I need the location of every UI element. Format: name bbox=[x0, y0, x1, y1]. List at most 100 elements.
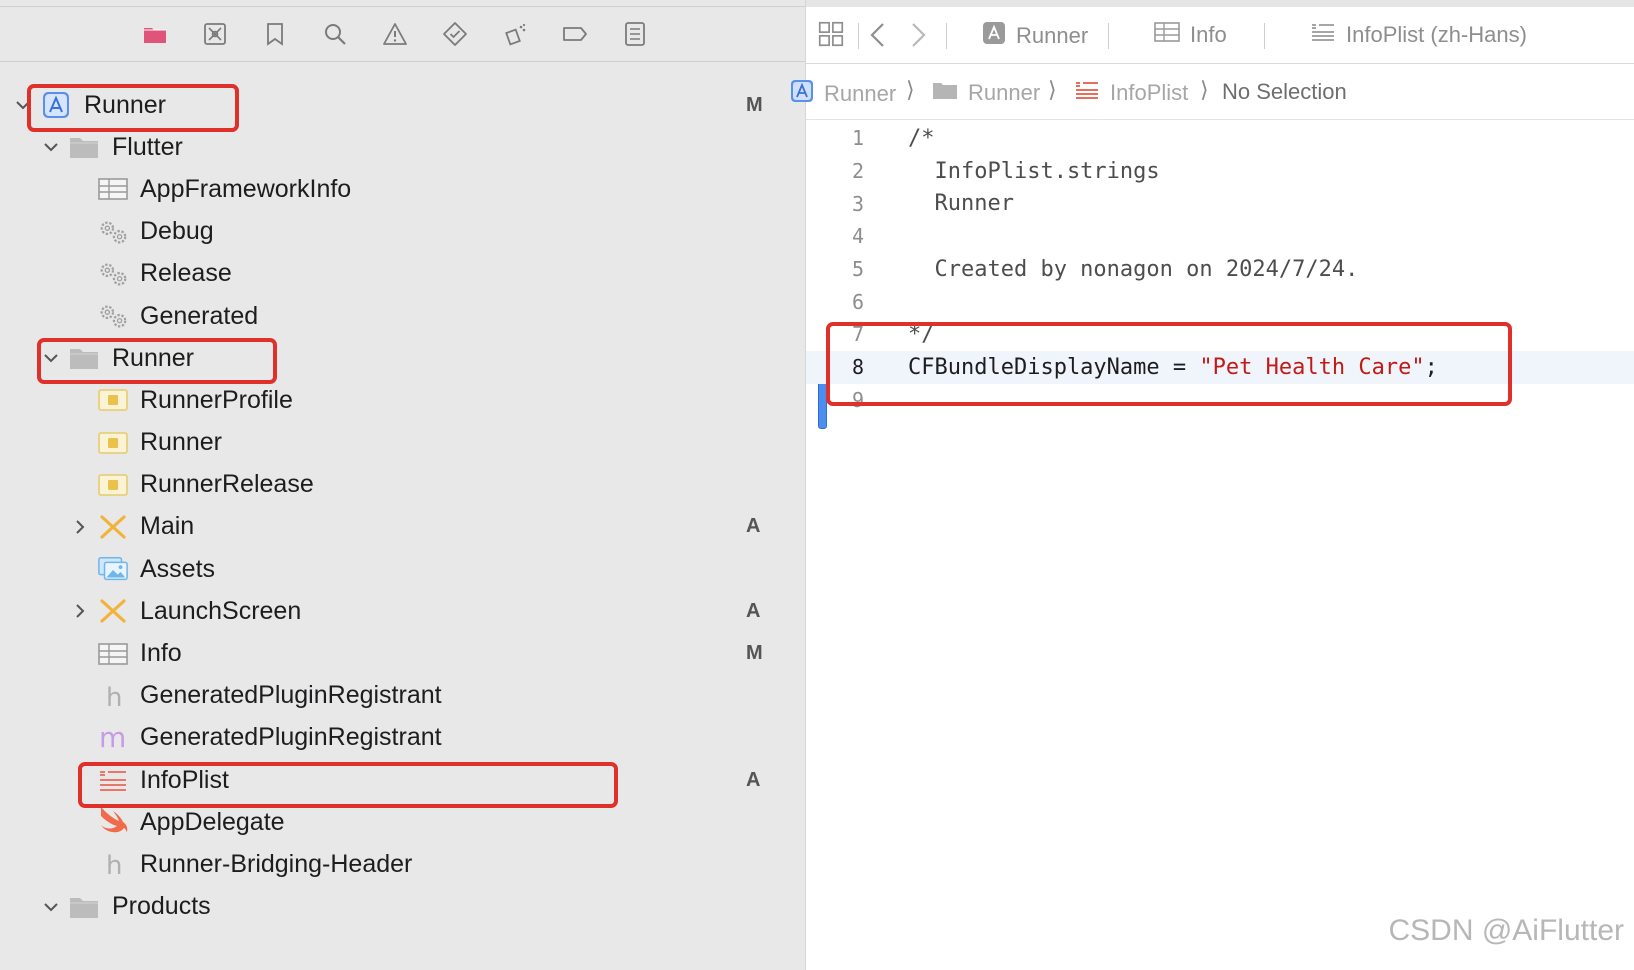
source-control-icon[interactable] bbox=[200, 20, 229, 49]
tree-row-label: Main bbox=[140, 512, 195, 541]
code-line[interactable]: 6 bbox=[806, 285, 1634, 318]
jumpbar-runner-folder[interactable]: Runner bbox=[932, 79, 1040, 107]
jumpbar-label: Runner bbox=[968, 80, 1041, 105]
tab-infoplist-zh-hans[interactable]: InfoPlist (zh-Hans) bbox=[1310, 21, 1527, 49]
code-key: CFBundleDisplayName = bbox=[908, 354, 1200, 380]
code-line[interactable]: 4 bbox=[806, 220, 1634, 253]
editor-top-strip bbox=[806, 0, 1634, 7]
report-icon[interactable] bbox=[620, 20, 649, 49]
forward-chevron-icon[interactable] bbox=[908, 21, 928, 55]
grid-icon[interactable] bbox=[816, 19, 848, 51]
test-diamond-icon[interactable] bbox=[440, 20, 469, 49]
tree-row-infoplist[interactable]: InfoPlist A bbox=[0, 759, 805, 801]
code-line[interactable]: 8 CFBundleDisplayName = "Pet Health Care"… bbox=[806, 350, 1634, 384]
xcconfig-icon bbox=[97, 260, 129, 288]
tree-row-label: Assets bbox=[140, 554, 216, 583]
tree-row-label: RunnerRelease bbox=[140, 470, 314, 499]
xcode-project-icon bbox=[40, 91, 72, 119]
tree-row-generated[interactable]: Generated bbox=[0, 295, 805, 337]
back-chevron-icon[interactable] bbox=[868, 21, 888, 55]
tree-row-debug[interactable]: Debug bbox=[0, 211, 805, 253]
folder-icon bbox=[932, 79, 958, 107]
jump-bar: Runner ⟩ Runner ⟩ InfoPlist ⟩ No Selecti… bbox=[791, 63, 1634, 120]
chevron-down-icon[interactable] bbox=[42, 349, 60, 367]
entitlements-icon bbox=[97, 386, 129, 414]
line-number: 6 bbox=[851, 289, 864, 314]
code-line[interactable]: 2 InfoPlist.strings bbox=[806, 155, 1634, 188]
tree-row-label: Flutter bbox=[112, 132, 183, 161]
source-control-status-badge: M bbox=[746, 642, 763, 665]
tree-row-label: GeneratedPluginRegistrant bbox=[140, 723, 442, 752]
folder-icon[interactable] bbox=[140, 20, 169, 49]
code-area[interactable]: 1/* 2 InfoPlist.strings 3 Runner 4 5 Created… bbox=[806, 122, 1634, 416]
tree-row-label: GeneratedPluginRegistrant bbox=[140, 681, 442, 710]
tree-row-runnerprofile[interactable]: RunnerProfile bbox=[0, 379, 805, 421]
debug-icon[interactable] bbox=[500, 20, 529, 49]
tree-row-runner[interactable]: Runner M bbox=[0, 84, 805, 126]
tree-row-label: Runner bbox=[140, 428, 222, 457]
chevron-right-icon[interactable] bbox=[71, 602, 89, 620]
tree-row-info[interactable]: Info M bbox=[0, 632, 805, 674]
chevron-down-icon[interactable] bbox=[42, 898, 60, 916]
tab-runner[interactable]: Runner bbox=[982, 21, 1088, 51]
tree-row-runner-bridging-header[interactable]: h Runner-Bridging-Header bbox=[0, 843, 805, 885]
tree-row-launchscreen[interactable]: LaunchScreen A bbox=[0, 590, 805, 632]
xcconfig-icon bbox=[97, 218, 129, 246]
storyboard-icon bbox=[97, 513, 129, 541]
tab-info[interactable]: Info bbox=[1154, 21, 1227, 49]
jumpbar-runner-project[interactable]: Runner bbox=[790, 79, 896, 109]
tree-row-label: Debug bbox=[140, 217, 214, 246]
tree-row-main[interactable]: Main A bbox=[0, 506, 805, 548]
tree-row-appframeworkinfo[interactable]: AppFrameworkInfo bbox=[0, 168, 805, 210]
source-control-status-badge: A bbox=[746, 599, 761, 622]
jumpbar-infoplist[interactable]: InfoPlist bbox=[1074, 79, 1188, 107]
bookmark-icon[interactable] bbox=[260, 20, 289, 49]
header-file-icon: h bbox=[97, 682, 129, 711]
jumpbar-label: No Selection bbox=[1222, 79, 1347, 104]
folder-icon bbox=[68, 344, 100, 372]
tree-row-runnerrelease[interactable]: RunnerRelease bbox=[0, 464, 805, 506]
tree-row-assets[interactable]: Assets bbox=[0, 548, 805, 590]
tree-row-flutter[interactable]: Flutter bbox=[0, 126, 805, 168]
jumpbar-no-selection[interactable]: No Selection bbox=[1222, 79, 1347, 105]
breakpoint-icon[interactable] bbox=[560, 20, 589, 49]
line-number: 3 bbox=[851, 191, 864, 216]
tree-row-products[interactable]: Products bbox=[0, 886, 805, 928]
tree-row-generatedpluginregistrant[interactable]: m GeneratedPluginRegistrant bbox=[0, 717, 805, 759]
chevron-right-icon[interactable] bbox=[71, 518, 89, 536]
code-text: */ bbox=[908, 321, 935, 347]
tree-row-label: AppFrameworkInfo bbox=[140, 174, 352, 203]
code-text: Runner bbox=[908, 191, 1014, 217]
entitlements-icon bbox=[97, 471, 129, 499]
line-number: 4 bbox=[851, 224, 864, 249]
code-line[interactable]: 1 /* bbox=[806, 122, 1634, 155]
line-number: 2 bbox=[851, 159, 864, 184]
line-number: 1 bbox=[851, 126, 864, 151]
project-navigator: Runner M Flutter AppFrameworkInfo Debug Relea… bbox=[0, 0, 806, 970]
strings-file-icon bbox=[1310, 21, 1336, 49]
svg-text:m: m bbox=[99, 723, 126, 753]
tree-row-appdelegate[interactable]: AppDelegate bbox=[0, 801, 805, 843]
tree-row-runner[interactable]: Runner bbox=[0, 422, 805, 464]
tree-row-generatedpluginregistrant[interactable]: h GeneratedPluginRegistrant bbox=[0, 675, 805, 717]
tab-label: InfoPlist (zh-Hans) bbox=[1346, 22, 1527, 47]
chevron-down-icon[interactable] bbox=[14, 96, 32, 114]
folder-icon bbox=[68, 893, 100, 921]
strings-file-icon bbox=[1074, 79, 1100, 107]
tree-row-release[interactable]: Release bbox=[0, 253, 805, 295]
line-number: 7 bbox=[851, 322, 864, 347]
code-line[interactable]: 3 Runner bbox=[806, 187, 1634, 220]
xcode-project-icon bbox=[982, 21, 1006, 51]
chevron-down-icon[interactable] bbox=[42, 138, 60, 156]
code-line[interactable]: 7 */ bbox=[806, 318, 1634, 351]
warning-icon[interactable] bbox=[380, 20, 409, 49]
search-icon[interactable] bbox=[320, 20, 349, 49]
asset-catalog-icon bbox=[97, 555, 129, 583]
tree-row-runner[interactable]: Runner bbox=[0, 337, 805, 379]
code-line[interactable]: 5 Created by nonagon on 2024/7/24. bbox=[806, 253, 1634, 286]
code-line[interactable]: 9 bbox=[806, 384, 1634, 417]
strings-file-icon bbox=[97, 766, 129, 794]
watermark: CSDN @AiFlutter bbox=[1388, 914, 1625, 947]
xcode-project-icon bbox=[790, 79, 814, 109]
code-terminator: ; bbox=[1424, 354, 1438, 380]
